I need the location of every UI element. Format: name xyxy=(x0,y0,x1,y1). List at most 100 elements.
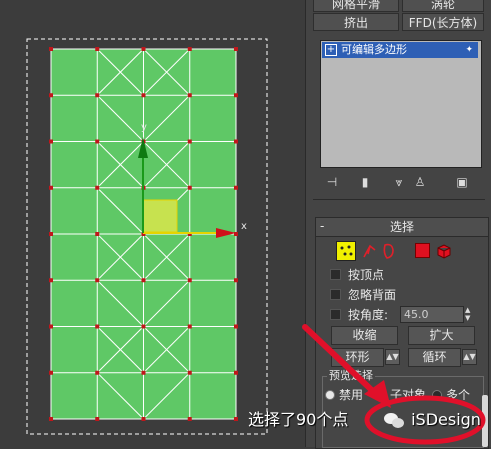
viewport-canvas[interactable]: x y xyxy=(0,0,305,447)
edge-icon xyxy=(363,244,376,258)
modifier-stack[interactable]: + 可编辑多边形 ✦ xyxy=(320,40,482,168)
angle-value: 45.0 xyxy=(404,308,429,321)
selected-face xyxy=(142,199,178,233)
preview-multi-radio[interactable] xyxy=(432,390,442,400)
rollout-title: 选择 xyxy=(389,220,414,234)
mesh-vertex[interactable] xyxy=(49,47,53,51)
mesh-vertex[interactable] xyxy=(49,232,53,236)
turbosmooth-button[interactable]: 网格平滑 xyxy=(313,0,399,12)
ignore-backfacing-checkbox[interactable] xyxy=(330,289,341,300)
mesh-vertex[interactable] xyxy=(95,185,100,190)
axis-y-label: y xyxy=(141,122,147,133)
loop-button[interactable]: 循环 xyxy=(408,348,461,367)
viewport[interactable]: x y xyxy=(0,0,305,447)
mesh-vertex[interactable] xyxy=(187,139,192,144)
mesh-vertex[interactable] xyxy=(95,278,100,283)
mesh-vertex[interactable] xyxy=(49,185,53,190)
mesh-vertex[interactable] xyxy=(234,417,238,421)
command-panel: 网格平滑 涡轮 挤出 FFD(长方体) + 可编辑多边形 ✦ ⊣ ▮ ⩔ ♙ ▣ … xyxy=(305,0,491,449)
mesh-vertex[interactable] xyxy=(234,232,238,236)
border-mode-button[interactable] xyxy=(380,241,398,261)
element-mode-button[interactable] xyxy=(435,241,453,259)
selection-status-text: 选择了90个点 xyxy=(248,410,349,429)
mesh-vertex[interactable] xyxy=(49,417,53,421)
ring-button[interactable]: 环形 xyxy=(331,348,384,367)
make-unique-icon[interactable]: ⩔ xyxy=(390,174,408,190)
mesh-vertex[interactable] xyxy=(49,370,53,375)
panel-divider xyxy=(313,199,485,200)
mesh-vertex[interactable] xyxy=(234,139,238,144)
watermark-text: iSDesign xyxy=(411,410,481,429)
mesh-vertex[interactable] xyxy=(187,324,192,329)
mesh-vertex[interactable] xyxy=(234,278,238,283)
mesh-vertex[interactable] xyxy=(95,417,100,421)
mesh-vertex[interactable] xyxy=(49,324,53,329)
mesh-vertex[interactable] xyxy=(187,185,192,190)
preview-subobject-radio[interactable] xyxy=(376,390,386,400)
angle-spinner-field[interactable]: 45.0 xyxy=(400,306,464,323)
mesh-vertex[interactable] xyxy=(95,324,100,329)
extrude-button[interactable]: 挤出 xyxy=(313,13,399,31)
loop-spinner[interactable]: ▲▼ xyxy=(462,349,477,365)
vertex-mode-button[interactable] xyxy=(336,241,356,261)
by-angle-checkbox[interactable] xyxy=(330,309,341,320)
mesh-vertex[interactable] xyxy=(95,370,100,375)
show-end-result-icon[interactable]: ▮ xyxy=(356,174,374,190)
remove-modifier-icon[interactable]: ♙ xyxy=(411,174,429,190)
mesh-vertex[interactable] xyxy=(49,93,53,98)
symmetry-button[interactable]: 涡轮 xyxy=(402,0,484,12)
mesh-vertex[interactable] xyxy=(187,278,192,283)
edge-mode-button[interactable] xyxy=(361,241,379,261)
by-vertex-checkbox[interactable] xyxy=(330,269,341,280)
stack-item-label: 可编辑多边形 xyxy=(341,43,407,56)
mesh-vertex[interactable] xyxy=(234,370,238,375)
mesh-vertex[interactable] xyxy=(141,370,146,375)
mesh-vertex[interactable] xyxy=(187,93,192,98)
axis-x-label: x xyxy=(241,221,247,232)
panel-scrollbar[interactable] xyxy=(482,395,488,447)
shrink-button[interactable]: 收缩 xyxy=(331,326,398,345)
ffd-box-button[interactable]: FFD(长方体) xyxy=(402,13,484,31)
border-icon xyxy=(383,243,394,259)
light-bulb-icon[interactable]: ✦ xyxy=(465,42,473,58)
mesh-vertex[interactable] xyxy=(141,324,146,329)
vertex-dots-icon xyxy=(340,245,353,256)
element-cube-icon xyxy=(437,244,451,259)
mesh-vertex[interactable] xyxy=(95,47,100,51)
mesh-vertex[interactable] xyxy=(49,278,53,283)
mesh-vertex[interactable] xyxy=(95,232,100,236)
by-angle-label: 按角度: xyxy=(348,308,389,322)
mesh-vertex[interactable] xyxy=(141,278,146,283)
expand-icon[interactable]: + xyxy=(325,44,337,56)
mesh-vertex[interactable] xyxy=(141,93,146,98)
mesh-vertex[interactable] xyxy=(187,417,192,421)
preview-disable-label: 禁用 xyxy=(339,388,364,402)
ignore-backfacing-label: 忽略背面 xyxy=(348,288,397,302)
mesh-vertex[interactable] xyxy=(234,324,238,329)
polygon-mode-button[interactable] xyxy=(415,243,430,258)
by-vertex-label: 按顶点 xyxy=(348,268,385,282)
mesh-vertex[interactable] xyxy=(95,93,100,98)
mesh-vertex[interactable] xyxy=(234,93,238,98)
stack-item-editable-poly[interactable]: + 可编辑多边形 ✦ xyxy=(322,42,478,58)
rollout-header[interactable]: - 选择 xyxy=(316,218,488,237)
mesh-vertex[interactable] xyxy=(49,139,53,144)
mesh-vertex[interactable] xyxy=(95,139,100,144)
configure-sets-icon[interactable]: ▣ xyxy=(453,174,471,190)
mesh-vertex[interactable] xyxy=(187,370,192,375)
preview-disable-radio[interactable] xyxy=(325,390,335,400)
preview-multi-label: 多个 xyxy=(446,388,471,402)
mesh-vertex[interactable] xyxy=(234,47,238,51)
mesh-vertex[interactable] xyxy=(187,47,192,51)
grow-button[interactable]: 扩大 xyxy=(408,326,475,345)
wechat-icon xyxy=(384,411,406,429)
mesh-vertex[interactable] xyxy=(234,185,238,190)
pin-stack-icon[interactable]: ⊣ xyxy=(323,174,341,190)
preview-subobject-label: 子对象 xyxy=(390,388,427,402)
angle-spinner-arrows[interactable]: ▲ ▼ xyxy=(465,306,473,322)
ring-spinner[interactable]: ▲▼ xyxy=(385,349,400,365)
mesh-vertex[interactable] xyxy=(141,47,146,51)
preview-selection-title: 预览选择 xyxy=(327,369,375,383)
mesh-vertex[interactable] xyxy=(141,417,146,421)
watermark: iSDesign xyxy=(384,409,481,431)
